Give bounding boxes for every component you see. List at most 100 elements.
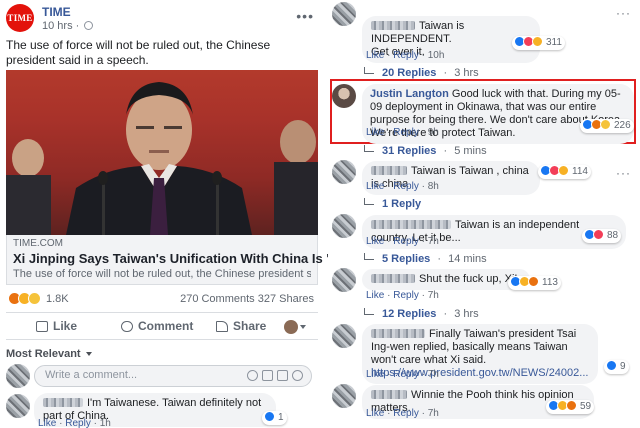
avatar[interactable] xyxy=(332,324,356,348)
comment-options-icon[interactable]: ··· xyxy=(616,6,631,20)
post-card: TIME TIME 10 hrs · ••• The use of force … xyxy=(0,0,392,428)
gif-icon[interactable] xyxy=(277,370,288,381)
link-title[interactable]: Xi Jinping Says Taiwan's Unification Wit… xyxy=(13,251,392,266)
comment-reactions[interactable]: 59 xyxy=(546,400,595,414)
view-replies-link[interactable]: 20 Replies · 3 hrs xyxy=(364,67,479,79)
comments-shares-count[interactable]: 270 Comments 327 Shares xyxy=(180,293,314,305)
reply-arrow-icon xyxy=(364,253,374,260)
sort-label: Most Relevant xyxy=(6,348,81,360)
avatar[interactable] xyxy=(332,268,356,292)
post-timestamp[interactable]: 10 hrs · xyxy=(42,20,94,32)
comment-reactions[interactable]: 88 xyxy=(582,229,622,243)
replies-count: 12 Replies xyxy=(382,308,437,320)
blurred-author-name[interactable] xyxy=(371,390,407,399)
comment-options-icon[interactable]: ··· xyxy=(616,166,631,180)
view-replies-link[interactable]: 5 Replies · 14 mins xyxy=(364,253,487,265)
avatar[interactable] xyxy=(332,2,356,26)
blurred-author-name[interactable] xyxy=(371,166,407,175)
share-label: Share xyxy=(233,319,267,333)
comment-item: Winnie the Pooh think his opinion matter… xyxy=(332,384,638,424)
replies-time: 14 mins xyxy=(448,253,487,265)
comment-like-link[interactable]: Like xyxy=(366,369,384,380)
comment-button[interactable]: Comment xyxy=(121,319,193,333)
page-name[interactable]: TIME xyxy=(42,5,71,19)
comment-like-link[interactable]: Like xyxy=(366,127,384,138)
view-replies-link[interactable]: 12 Replies · 3 hrs xyxy=(364,308,479,320)
comment-time[interactable]: 9h xyxy=(428,127,439,138)
comment-like-link[interactable]: Like xyxy=(366,236,384,247)
comment-time[interactable]: 10h xyxy=(428,50,445,61)
comment-item: Taiwan is an independent country. Let it… xyxy=(332,214,638,250)
comment-meta: Like · Reply · 1h xyxy=(38,418,111,428)
share-button[interactable]: Share xyxy=(216,319,266,333)
avatar[interactable] xyxy=(6,394,30,418)
comment-author[interactable]: Justin Langton xyxy=(370,88,449,100)
write-comment-row: Write a comment... xyxy=(6,364,318,388)
link-preview-image[interactable] xyxy=(6,70,318,235)
comment-reply-link[interactable]: Reply xyxy=(393,50,419,61)
comment-like-link[interactable]: Like xyxy=(366,290,384,301)
comment-reactions[interactable]: 311 xyxy=(512,36,565,50)
comment-reply-link[interactable]: Reply xyxy=(393,181,419,192)
comment-reply-link[interactable]: Reply xyxy=(65,418,91,428)
comment-time[interactable]: 7h xyxy=(428,408,439,419)
page-logo[interactable]: TIME xyxy=(6,4,34,32)
comment-reactions[interactable]: 226 xyxy=(580,119,634,133)
comment-time[interactable]: 7h xyxy=(428,290,439,301)
comment-input[interactable]: Write a comment... xyxy=(34,365,312,387)
link-preview-meta[interactable]: TIME.COM Xi Jinping Says Taiwan's Unific… xyxy=(6,235,392,285)
post-text: The use of force will not be ruled out, … xyxy=(6,38,271,67)
comment-reactions[interactable]: 114 xyxy=(538,165,591,179)
link-description: The use of force will not be ruled out, … xyxy=(13,268,311,280)
comment-like-link[interactable]: Like xyxy=(366,181,384,192)
comment-reaction-count: 88 xyxy=(607,230,619,241)
blurred-author-name[interactable] xyxy=(371,220,451,229)
comment-like-link[interactable]: Like xyxy=(366,50,384,61)
comment-time[interactable]: 7h xyxy=(428,236,439,247)
sticker-icon[interactable] xyxy=(292,370,303,381)
reaction-profile-selector[interactable] xyxy=(284,319,306,334)
comment-reactions[interactable]: 9 xyxy=(604,360,629,374)
avatar[interactable] xyxy=(332,384,356,408)
comment-meta: Like · Reply · 7h xyxy=(366,369,439,380)
comment-reactions[interactable]: 1 xyxy=(262,411,287,425)
comment-reply-link[interactable]: Reply xyxy=(393,369,419,380)
avatar[interactable] xyxy=(332,160,356,184)
comment-reply-link[interactable]: Reply xyxy=(393,127,419,138)
camera-icon[interactable] xyxy=(262,370,273,381)
comment-sort-dropdown[interactable]: Most Relevant xyxy=(6,348,92,360)
avatar xyxy=(284,319,298,334)
comment-item: Shut the fuck up, Xi! 113 Like · Reply ·… xyxy=(332,268,638,304)
blurred-author-name[interactable] xyxy=(43,398,83,407)
comment-like-link[interactable]: Like xyxy=(366,408,384,419)
blurred-author-name[interactable] xyxy=(371,21,415,30)
comment-reaction-count: 114 xyxy=(572,166,588,177)
avatar[interactable] xyxy=(332,214,356,238)
comment-time[interactable]: 1h xyxy=(100,418,111,428)
angry-reaction-icon xyxy=(528,276,539,287)
xi-jinping-photo xyxy=(6,82,318,235)
avatar[interactable] xyxy=(332,84,356,108)
blurred-author-name[interactable] xyxy=(371,329,425,338)
reaction-icons[interactable] xyxy=(8,292,41,305)
comment-reactions[interactable]: 113 xyxy=(508,276,561,290)
like-button[interactable]: Like xyxy=(36,319,77,333)
comment-time[interactable]: 8h xyxy=(428,181,439,192)
comment-reply-link[interactable]: Reply xyxy=(393,290,419,301)
comment-input-placeholder: Write a comment... xyxy=(45,369,138,381)
chevron-down-icon xyxy=(300,324,306,329)
post-time-text[interactable]: 10 hrs xyxy=(42,20,73,32)
view-replies-link[interactable]: 31 Replies · 5 mins xyxy=(364,145,487,157)
comment-reply-link[interactable]: Reply xyxy=(393,408,419,419)
comment-bubble: Shut the fuck up, Xi! xyxy=(362,269,530,290)
comment-reply-link[interactable]: Reply xyxy=(393,236,419,247)
post-action-bar: Like Comment Share xyxy=(6,312,318,340)
comment-time[interactable]: 7h xyxy=(428,369,439,380)
reaction-count[interactable]: 1.8K xyxy=(46,293,69,305)
more-options-icon[interactable]: ••• xyxy=(296,8,314,24)
replies-count: 5 Replies xyxy=(382,253,431,265)
comment-like-link[interactable]: Like xyxy=(38,418,56,428)
view-replies-link[interactable]: 1 Reply xyxy=(364,198,421,210)
blurred-author-name[interactable] xyxy=(371,274,415,283)
emoji-icon[interactable] xyxy=(247,370,258,381)
